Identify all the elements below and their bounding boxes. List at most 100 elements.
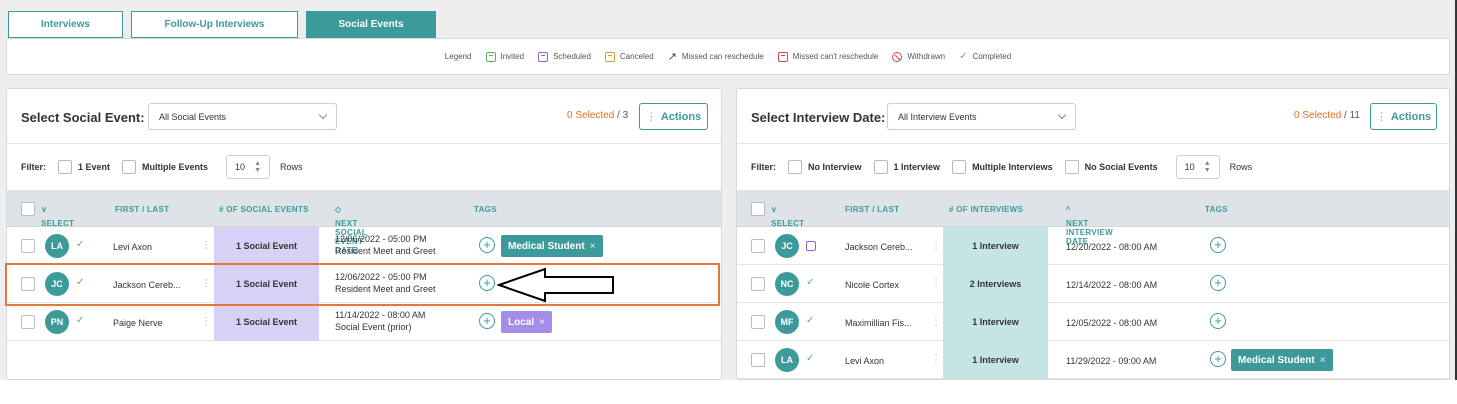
actions-button[interactable]: ⋮ Actions xyxy=(639,103,708,130)
checkbox[interactable] xyxy=(58,160,73,174)
remove-tag-icon[interactable]: × xyxy=(1320,355,1326,366)
completed-icon: ✓ xyxy=(76,239,85,250)
col-social-events[interactable]: # OF SOCIAL EVENTS xyxy=(219,205,309,214)
checkbox[interactable] xyxy=(788,160,803,174)
col-next-interview-date[interactable]: NEXT INTERVIEW DATE ^ xyxy=(1066,205,1113,246)
filter-multiple-interviews[interactable]: Multiple Interviews xyxy=(952,160,1053,174)
filter-bar: Filter: No Interview 1 Interview Multipl… xyxy=(737,144,1449,191)
row-checkbox[interactable] xyxy=(751,277,765,291)
tag-local: Local × xyxy=(501,311,552,333)
kebab-icon[interactable]: ⋮ xyxy=(201,240,211,251)
table-row[interactable]: MF ✓ Maximillian Fis... ⋮ 1 Interview 12… xyxy=(737,303,1449,341)
stepper-arrows-icon[interactable]: ▲ ▼ xyxy=(1204,160,1211,174)
filter-no-interview[interactable]: No Interview xyxy=(788,160,862,174)
select-all-checkbox[interactable] xyxy=(751,202,765,216)
completed-icon: ✓ xyxy=(959,51,968,62)
table-row[interactable]: LA ✓ Levi Axon ⋮ 1 Interview 11/29/2022 … xyxy=(737,341,1449,379)
applicant-name[interactable]: Nicole Cortex xyxy=(845,280,899,290)
checkbox[interactable] xyxy=(122,160,137,174)
invited-icon xyxy=(485,51,496,62)
row-checkbox[interactable] xyxy=(21,239,35,253)
kebab-icon[interactable]: ⋮ xyxy=(931,316,941,327)
add-tag-icon[interactable]: + xyxy=(1210,313,1226,329)
table-row[interactable]: LA ✓ Levi Axon ⋮ 1 Social Event 12/06/20… xyxy=(7,227,721,265)
applicant-name[interactable]: Levi Axon xyxy=(113,242,152,252)
col-first-last[interactable]: FIRST / LAST xyxy=(845,205,899,214)
kebab-icon[interactable]: ⋮ xyxy=(931,278,941,289)
remove-tag-icon[interactable]: × xyxy=(539,317,545,328)
avatar: JC xyxy=(775,234,799,258)
legend-withdrawn: Withdrawn xyxy=(892,51,945,62)
legend-bar: Legend Invited Scheduled Canceled ↗ Misse… xyxy=(6,38,1450,75)
applicant-name[interactable]: Levi Axon xyxy=(845,356,884,366)
chevron-down-icon xyxy=(1057,110,1067,120)
next-interview-date: 12/05/2022 - 08:00 AM xyxy=(1066,318,1158,328)
legend-completed: ✓ Completed xyxy=(959,51,1012,62)
rows-label: Rows xyxy=(1229,162,1253,172)
legend-scheduled: Scheduled xyxy=(538,51,591,62)
interview-count: 1 Interview xyxy=(943,303,1048,341)
remove-tag-icon[interactable]: × xyxy=(590,241,596,252)
kebab-icon[interactable]: ⋮ xyxy=(931,354,941,365)
add-tag-icon[interactable]: + xyxy=(479,313,495,329)
social-event-count: 1 Social Event xyxy=(214,227,319,265)
row-checkbox[interactable] xyxy=(751,315,765,329)
interview-count: 1 Interview xyxy=(943,227,1048,265)
applicant-name[interactable]: Jackson Cereb... xyxy=(113,280,181,290)
applicant-name[interactable]: Maximillian Fis... xyxy=(845,318,912,328)
add-tag-icon[interactable]: + xyxy=(1210,275,1226,291)
filter-no-social-events[interactable]: No Social Events xyxy=(1064,160,1158,174)
checkbox[interactable] xyxy=(1064,160,1079,174)
row-checkbox[interactable] xyxy=(751,239,765,253)
applicant-name[interactable]: Paige Nerve xyxy=(113,318,163,328)
checkbox[interactable] xyxy=(873,160,888,174)
next-interview-date: 12/14/2022 - 08:00 AM xyxy=(1066,280,1158,290)
kebab-icon[interactable]: ⋮ xyxy=(201,316,211,327)
actions-button[interactable]: ⋮ Actions xyxy=(1370,103,1437,130)
panel-title: Select Social Event: xyxy=(21,110,145,125)
table-row[interactable]: JC Jackson Cereb... ⋮ 1 Interview 12/20/… xyxy=(737,227,1449,265)
filter-label: Filter: xyxy=(21,162,47,172)
table-row[interactable]: PN ✓ Paige Nerve ⋮ 1 Social Event 11/14/… xyxy=(7,303,721,341)
col-next-event-date[interactable]: NEXT SOCIAL EVENT DATE ◇ xyxy=(335,205,367,255)
add-tag-icon[interactable]: + xyxy=(1210,351,1226,367)
avatar: LA xyxy=(45,234,69,258)
next-event: 12/06/2022 - 05:00 PM Resident Meet and G… xyxy=(335,272,436,294)
table-header: SELECT ∨ FIRST / LAST # OF INTERVIEWS NE… xyxy=(737,191,1449,246)
completed-icon: ✓ xyxy=(806,353,815,364)
social-event-select[interactable]: All Social Events xyxy=(148,103,337,130)
kebab-icon[interactable]: ⋮ xyxy=(201,278,211,289)
tab-follow-up-interviews[interactable]: Follow-Up Interviews xyxy=(131,11,298,38)
tab-interviews[interactable]: Interviews xyxy=(8,11,123,38)
row-checkbox[interactable] xyxy=(21,315,35,329)
avatar: JC xyxy=(45,272,69,296)
filter-1-interview[interactable]: 1 Interview xyxy=(873,160,940,174)
add-tag-icon[interactable]: + xyxy=(479,275,495,291)
table-row[interactable]: NC ✓ Nicole Cortex ⋮ 2 Interviews 12/14/… xyxy=(737,265,1449,303)
applicant-name[interactable]: Jackson Cereb... xyxy=(845,242,913,252)
select-all-checkbox[interactable] xyxy=(21,202,35,216)
add-tag-icon[interactable]: + xyxy=(479,237,495,253)
col-first-last[interactable]: FIRST / LAST xyxy=(115,205,169,214)
col-select[interactable]: SELECT ∨ xyxy=(771,205,804,228)
table-row[interactable]: JC ✓ Jackson Cereb... ⋮ 1 Social Event 1… xyxy=(7,265,721,303)
kebab-icon: ⋮ xyxy=(645,111,657,123)
withdrawn-icon xyxy=(892,51,903,62)
col-select[interactable]: SELECT ∨ xyxy=(41,205,74,228)
col-interviews[interactable]: # OF INTERVIEWS xyxy=(949,205,1023,214)
kebab-icon[interactable]: ⋮ xyxy=(931,240,941,251)
filter-multiple-events[interactable]: Multiple Events xyxy=(122,160,208,174)
completed-icon: ✓ xyxy=(76,315,85,326)
add-tag-icon[interactable]: + xyxy=(1210,237,1226,253)
row-checkbox[interactable] xyxy=(21,277,35,291)
interview-event-select[interactable]: All Interview Events xyxy=(887,103,1076,130)
tab-social-events[interactable]: Social Events xyxy=(306,11,436,38)
rows-stepper[interactable]: 10 ▲ ▼ xyxy=(226,155,271,179)
filter-bar: Filter: 1 Event Multiple Events 10 ▲ ▼ Row… xyxy=(7,144,721,191)
filter-1-event[interactable]: 1 Event xyxy=(58,160,110,174)
stepper-arrows-icon[interactable]: ▲ ▼ xyxy=(254,160,261,174)
avatar: LA xyxy=(775,348,799,372)
rows-stepper[interactable]: 10 ▲ ▼ xyxy=(1175,155,1220,179)
row-checkbox[interactable] xyxy=(751,353,765,367)
checkbox[interactable] xyxy=(952,160,967,174)
